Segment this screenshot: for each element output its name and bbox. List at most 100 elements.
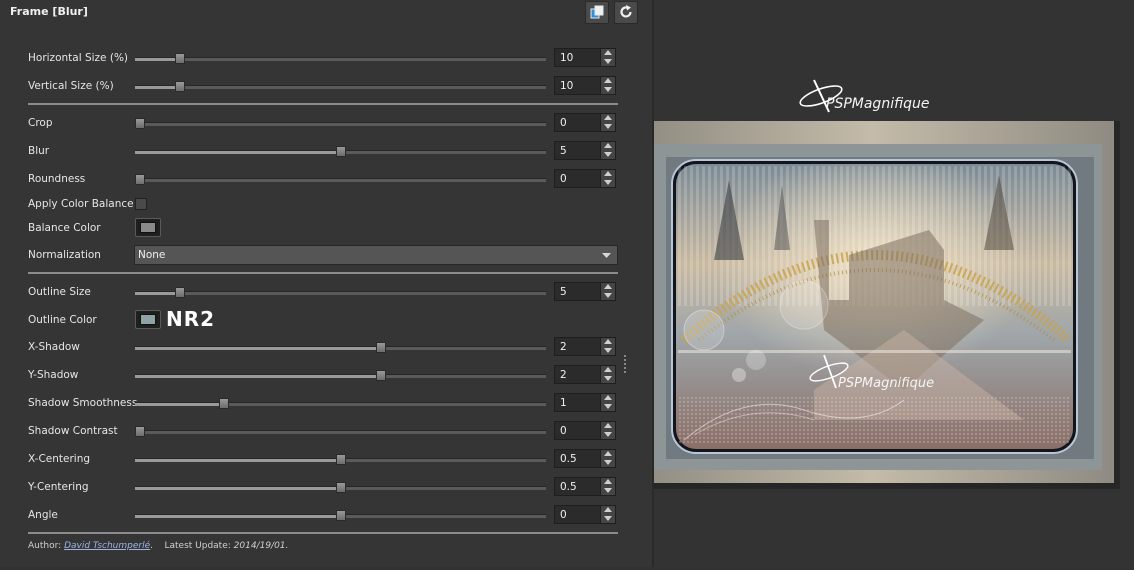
layers-button[interactable] (585, 1, 609, 24)
spin-arrows-icon[interactable] (600, 49, 615, 66)
shadow-contrast-slider[interactable] (135, 426, 546, 437)
roundness-value[interactable]: 0 (560, 170, 567, 188)
blur-slider-handle[interactable] (335, 146, 346, 157)
shadow-contrast-value[interactable]: 0 (560, 422, 567, 440)
param-row-y-shadow: Y-Shadow 2 (0, 363, 640, 387)
x-shadow-value[interactable]: 2 (560, 338, 567, 356)
author-suffix: . (150, 541, 154, 551)
param-row-crop: Crop 0 (0, 111, 640, 135)
annotation-text: NR2 (166, 307, 216, 331)
y-centering-value[interactable]: 0.5 (560, 478, 577, 496)
vertical-size-spinbox[interactable]: 10 (554, 76, 616, 95)
x-shadow-slider-fill (135, 347, 382, 350)
blur-slider[interactable] (135, 146, 546, 157)
outline-size-slider-handle[interactable] (175, 287, 186, 298)
footer: Author: David Tschumperlé. Latest Update… (28, 541, 288, 551)
outline-color-color (140, 314, 156, 325)
spin-arrows-icon[interactable] (600, 506, 615, 523)
angle-slider-fill (135, 515, 341, 518)
y-shadow-slider[interactable] (135, 370, 546, 381)
spin-arrows-icon[interactable] (600, 114, 615, 131)
spin-arrows-icon[interactable] (600, 142, 615, 159)
shadow-smoothness-slider[interactable] (135, 398, 546, 409)
param-row-horizontal-size: Horizontal Size (%) 10 (0, 46, 640, 70)
spin-arrows-icon[interactable] (600, 77, 615, 94)
roundness-label: Roundness (28, 173, 86, 185)
angle-label: Angle (28, 509, 58, 521)
x-centering-slider-fill (135, 459, 341, 462)
normalization-dropdown[interactable]: None (134, 245, 618, 265)
author-link[interactable]: David Tschumperlé (64, 541, 150, 551)
angle-slider-handle[interactable] (335, 510, 346, 521)
shadow-contrast-slider-handle[interactable] (135, 426, 145, 437)
x-shadow-slider[interactable] (135, 342, 546, 353)
roundness-slider[interactable] (135, 174, 546, 185)
crop-value[interactable]: 0 (560, 114, 567, 132)
refresh-button[interactable] (614, 1, 638, 24)
crop-slider[interactable] (135, 118, 546, 129)
horizontal-size-slider[interactable] (135, 53, 546, 64)
crop-spinbox[interactable]: 0 (554, 113, 616, 132)
shadow-smoothness-slider-handle[interactable] (219, 398, 230, 409)
filter-title: Frame [Blur] (10, 5, 88, 18)
x-shadow-slider-handle[interactable] (375, 342, 386, 353)
shadow-smoothness-label: Shadow Smoothness (28, 397, 138, 409)
x-centering-label: X-Centering (28, 453, 91, 465)
y-centering-slider[interactable] (135, 482, 546, 493)
spin-arrows-icon[interactable] (600, 394, 615, 411)
y-centering-spinbox[interactable]: 0.5 (554, 477, 616, 496)
spin-arrows-icon[interactable] (600, 366, 615, 383)
outline-size-value[interactable]: 5 (560, 283, 567, 301)
roundness-spinbox[interactable]: 0 (554, 169, 616, 188)
preview-image: PSPMagnifique PSPMagnifique (630, 79, 1120, 489)
horizontal-size-spinbox[interactable]: 10 (554, 48, 616, 67)
spin-arrows-icon[interactable] (600, 170, 615, 187)
y-shadow-spinbox[interactable]: 2 (554, 365, 616, 384)
chevron-down-icon (602, 253, 611, 258)
apply-color-balance-checkbox[interactable] (135, 198, 147, 210)
balance-color-swatch[interactable] (135, 218, 161, 237)
param-row-outline-color: Outline Color NR2 (0, 307, 640, 332)
outline-size-spinbox[interactable]: 5 (554, 282, 616, 301)
spin-arrows-icon[interactable] (600, 478, 615, 495)
spin-arrows-icon[interactable] (600, 422, 615, 439)
shadow-contrast-label: Shadow Contrast (28, 425, 118, 437)
blur-spinbox[interactable]: 5 (554, 141, 616, 160)
x-centering-slider[interactable] (135, 454, 546, 465)
vertical-size-value[interactable]: 10 (560, 77, 573, 95)
horizontal-size-slider-handle[interactable] (175, 53, 186, 64)
blur-value[interactable]: 5 (560, 142, 567, 160)
y-shadow-value[interactable]: 2 (560, 366, 567, 384)
spin-arrows-icon[interactable] (600, 338, 615, 355)
param-row-vertical-size: Vertical Size (%) 10 (0, 74, 640, 98)
x-centering-spinbox[interactable]: 0.5 (554, 449, 616, 468)
outline-size-slider[interactable] (135, 287, 546, 298)
horizontal-size-slider-fill (135, 58, 177, 61)
x-shadow-label: X-Shadow (28, 341, 80, 353)
angle-value[interactable]: 0 (560, 506, 567, 524)
shadow-smoothness-value[interactable]: 1 (560, 394, 567, 412)
angle-spinbox[interactable]: 0 (554, 505, 616, 524)
vertical-size-slider-fill (135, 86, 177, 89)
angle-slider[interactable] (135, 510, 546, 521)
spin-arrows-icon[interactable] (600, 283, 615, 300)
crop-slider-handle[interactable] (135, 118, 145, 129)
y-shadow-slider-handle[interactable] (375, 370, 386, 381)
x-centering-slider-handle[interactable] (335, 454, 346, 465)
outline-color-swatch[interactable] (135, 310, 161, 329)
section-separator (28, 272, 618, 274)
vertical-size-slider-handle[interactable] (175, 81, 186, 92)
shadow-smoothness-spinbox[interactable]: 1 (554, 393, 616, 412)
horizontal-size-value[interactable]: 10 (560, 49, 573, 67)
param-row-outline-size: Outline Size 5 (0, 280, 640, 304)
shadow-contrast-spinbox[interactable]: 0 (554, 421, 616, 440)
x-centering-value[interactable]: 0.5 (560, 450, 577, 468)
spin-arrows-icon[interactable] (600, 450, 615, 467)
roundness-slider-handle[interactable] (135, 174, 145, 185)
y-centering-slider-handle[interactable] (335, 482, 346, 493)
outline-size-slider-fill (135, 292, 177, 295)
vertical-size-slider[interactable] (135, 81, 546, 92)
x-shadow-spinbox[interactable]: 2 (554, 337, 616, 356)
preview-area: PSPMagnifique PSPMagnifique (630, 0, 1134, 567)
resize-grip[interactable] (624, 355, 626, 373)
